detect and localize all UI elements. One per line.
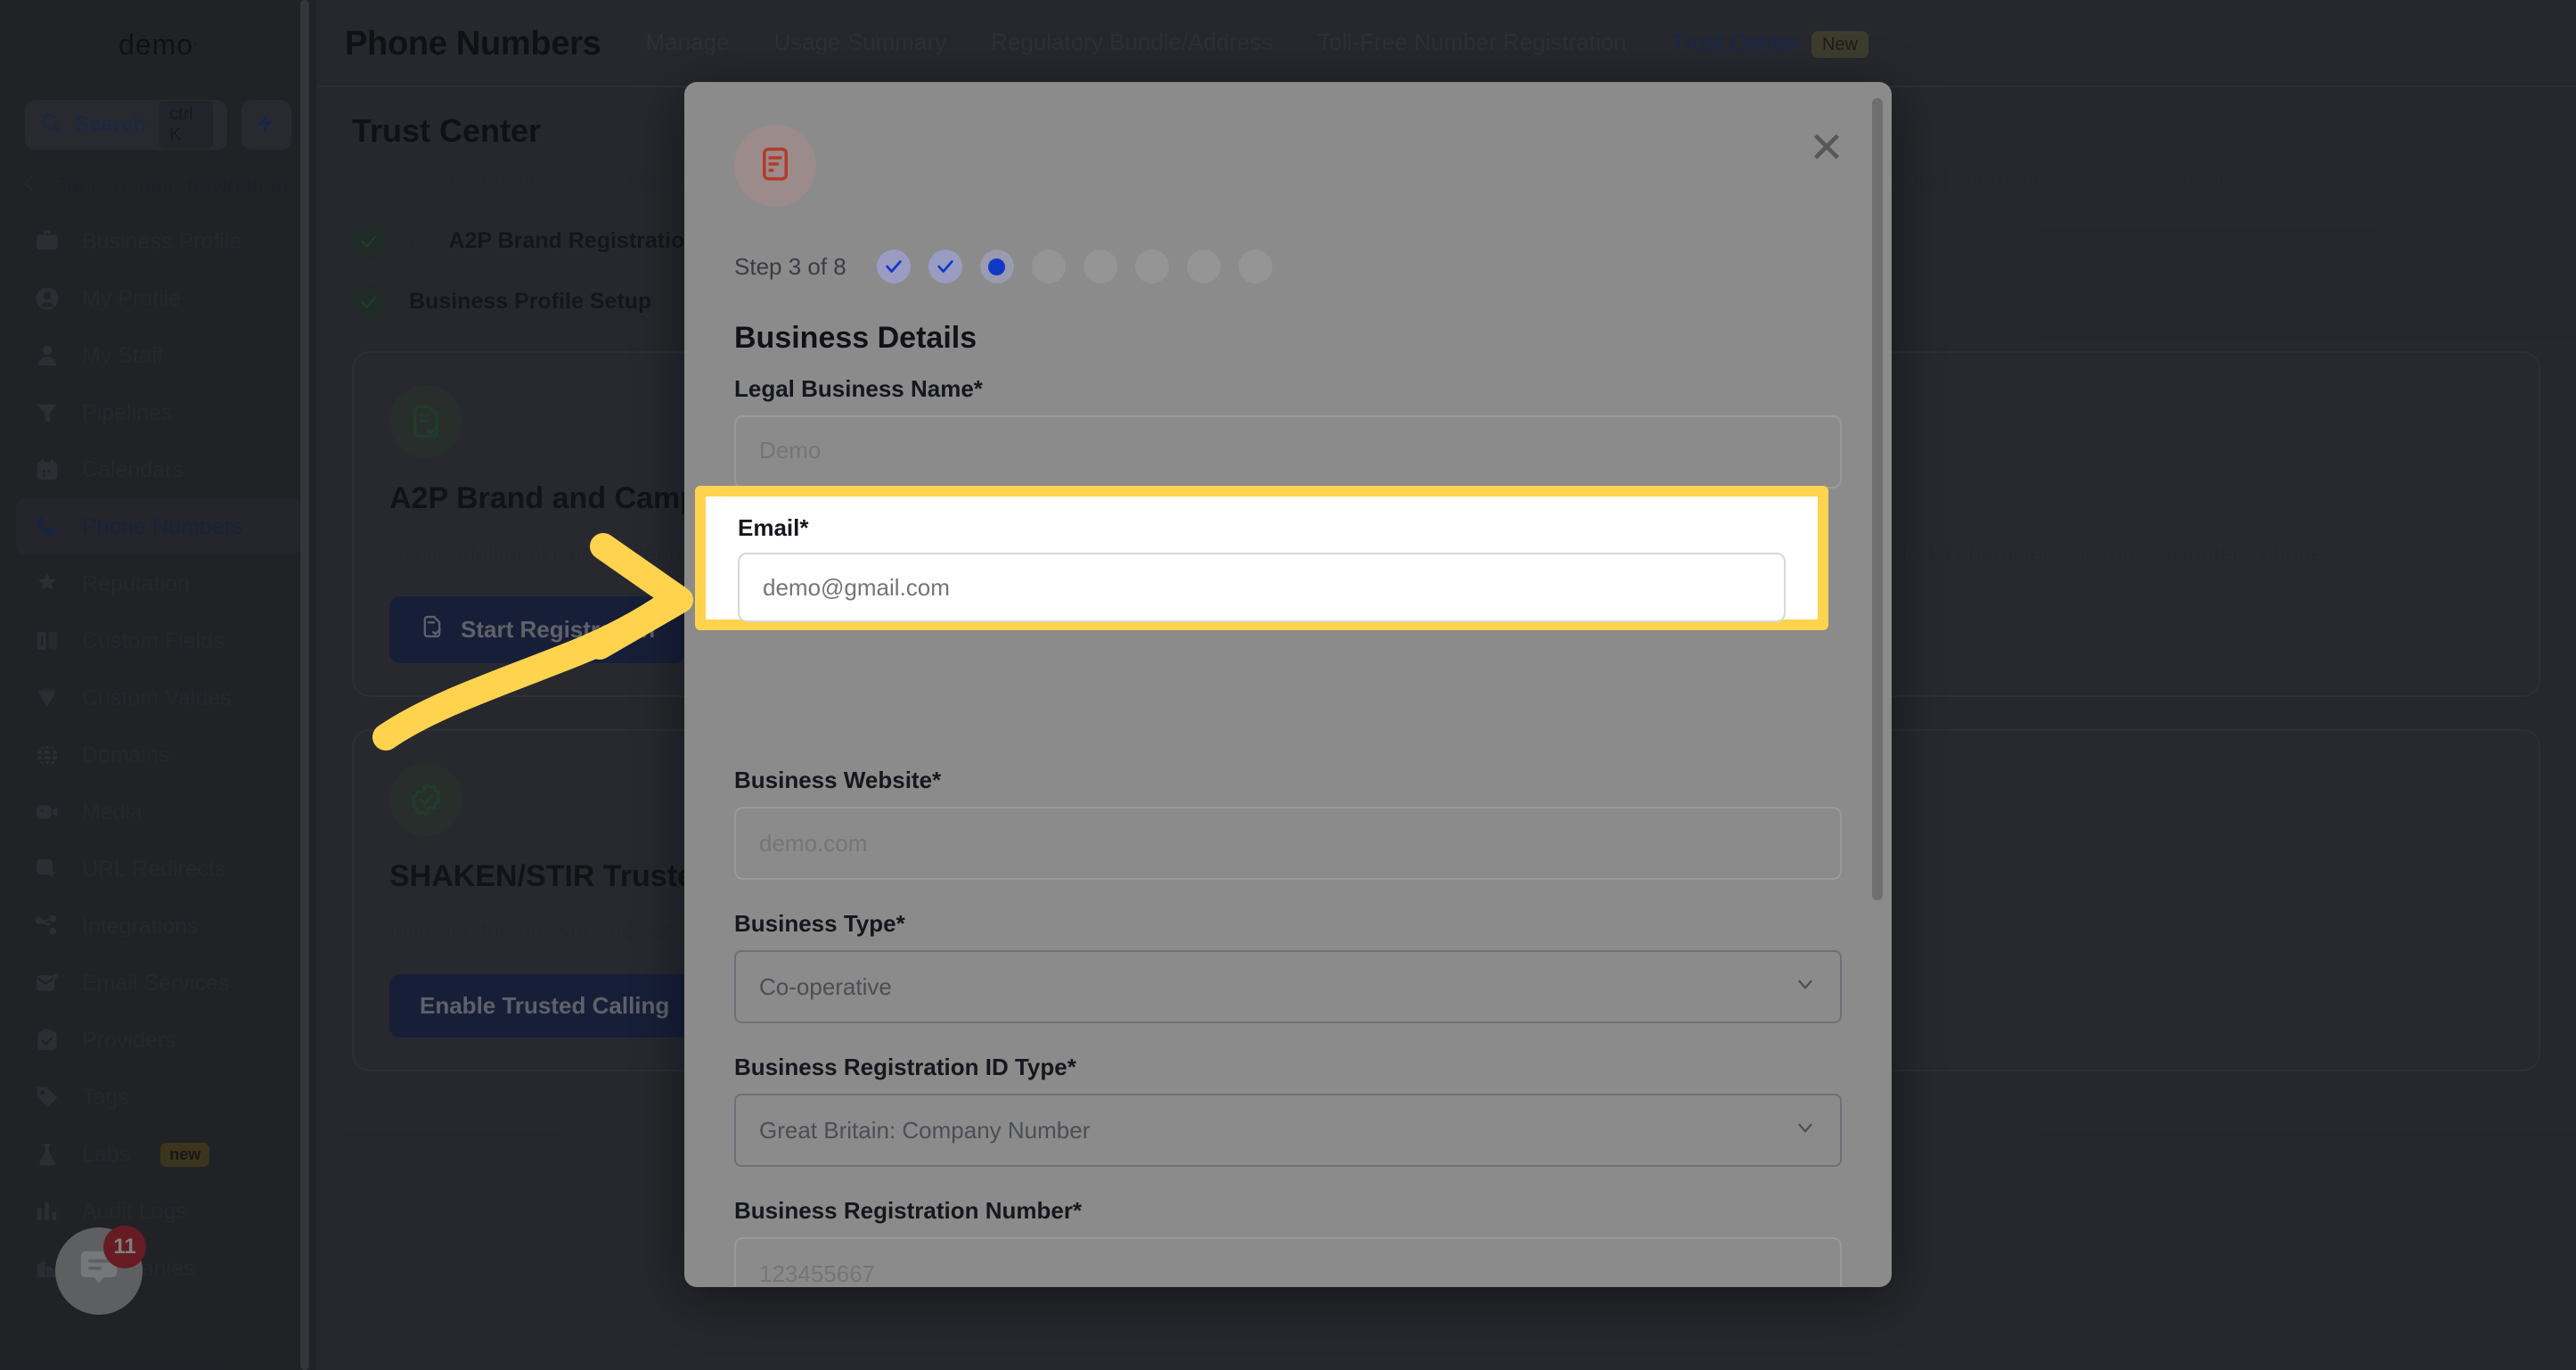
business-website-input[interactable] (734, 807, 1842, 880)
chevron-down-icon (1794, 972, 1817, 1002)
business-website-label: Business Website* (734, 767, 942, 793)
chevron-down-icon (1794, 1116, 1817, 1145)
legal-business-name-input[interactable] (734, 415, 1842, 488)
step-dot-idle[interactable] (1083, 250, 1117, 283)
email-input-highlighted[interactable] (738, 553, 1786, 622)
legal-business-name-label: Legal Business Name* (734, 375, 983, 402)
business-registration-id-type-label: Business Registration ID Type* (734, 1054, 1076, 1080)
step-indicator: Step 3 of 8 (734, 250, 1842, 283)
business-registration-number-label: Business Registration Number* (734, 1197, 1083, 1224)
form-document-icon (756, 145, 794, 187)
step-dot-idle[interactable] (1134, 250, 1169, 283)
field-business-registration-number: Business Registration Number* The number… (734, 1197, 1842, 1287)
business-type-label: Business Type* (734, 910, 905, 937)
step-dot-current[interactable] (979, 250, 1014, 283)
step-dot-done[interactable] (876, 250, 911, 283)
business-registration-id-type-select[interactable]: Great Britain: Company Number (734, 1094, 1842, 1167)
business-registration-number-input[interactable] (734, 1237, 1842, 1287)
business-type-value: Co-operative (759, 972, 892, 1000)
highlight-email-label: Email* (738, 514, 809, 541)
curved-arrow-right-icon (372, 533, 693, 751)
field-business-registration-id-type: Business Registration ID Type* Great Bri… (734, 1054, 1842, 1167)
business-type-select[interactable]: Co-operative (734, 950, 1842, 1023)
business-details-modal: ✕ Step 3 of 8 Business Details Legal Bus… (684, 82, 1892, 1287)
field-business-type: Business Type* Co-operative (734, 910, 1842, 1023)
step-dot-done[interactable] (928, 250, 962, 283)
step-text: Step 3 of 8 (734, 252, 846, 280)
modal-heading: Business Details (734, 321, 977, 355)
step-dot-idle[interactable] (1238, 250, 1272, 283)
email-field-highlight: Email* (695, 486, 1828, 630)
modal-scrollbar-thumb[interactable] (1872, 98, 1883, 900)
field-business-website: Business Website* (734, 767, 1842, 880)
business-registration-id-type-value: Great Britain: Company Number (759, 1116, 1091, 1144)
step-dot-idle[interactable] (1186, 250, 1221, 283)
step-dot-idle[interactable] (1031, 250, 1066, 283)
close-icon[interactable]: ✕ (1803, 125, 1851, 173)
step-dots (876, 250, 1272, 283)
modal-header-icon (734, 125, 816, 207)
